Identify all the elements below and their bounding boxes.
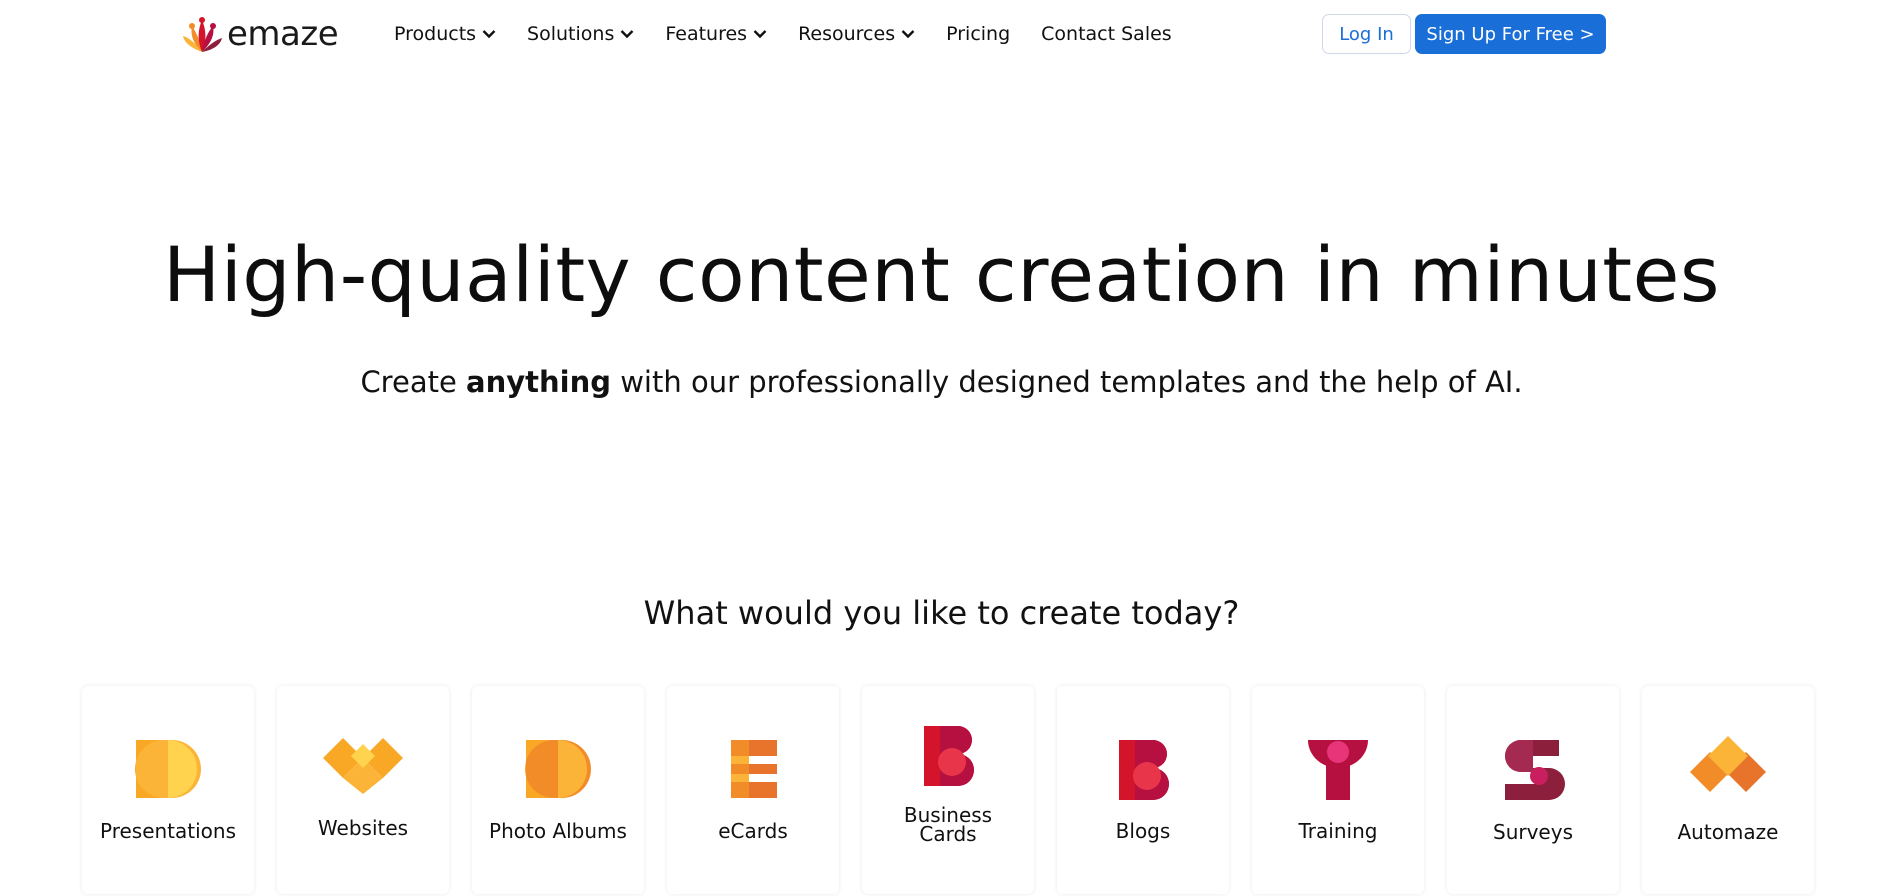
websites-icon — [323, 738, 403, 794]
hero-title: High-quality content creation in minutes — [163, 230, 1720, 319]
automaze-icon — [1690, 736, 1766, 792]
sign-up-button[interactable]: Sign Up For Free > — [1415, 14, 1606, 54]
create-options: Presentations Websites Photo Albums eCar… — [82, 686, 1814, 896]
nav-resources[interactable]: Resources — [798, 22, 915, 46]
nav-features-label: Features — [665, 23, 748, 45]
surveys-icon — [1505, 740, 1565, 800]
card-training[interactable]: Training — [1252, 686, 1424, 894]
card-blogs[interactable]: Blogs — [1057, 686, 1229, 894]
card-photo-albums-label: Photo Albums — [489, 819, 627, 843]
main-menu: Products Solutions Features Resources Pr… — [394, 22, 1203, 46]
hero-subtitle-end: with our professionally designed templat… — [611, 365, 1523, 399]
chevron-down-icon — [901, 29, 915, 39]
brand-name: emaze — [227, 14, 339, 54]
hero-subtitle-emphasis: anything — [466, 365, 611, 399]
training-icon — [1308, 740, 1368, 800]
business-cards-icon — [924, 726, 974, 786]
card-business-cards-label: Business Cards — [903, 803, 993, 846]
card-ecards[interactable]: eCards — [667, 686, 839, 894]
nav-pricing[interactable]: Pricing — [946, 22, 1010, 46]
emaze-logo[interactable]: emaze — [180, 14, 339, 54]
nav-features[interactable]: Features — [665, 22, 767, 46]
card-photo-albums[interactable]: Photo Albums — [472, 686, 644, 894]
card-training-label: Training — [1298, 819, 1378, 843]
chevron-down-icon — [482, 29, 496, 39]
create-heading: What would you like to create today? — [643, 594, 1240, 632]
chevron-down-icon — [620, 29, 634, 39]
nav-contact-sales[interactable]: Contact Sales — [1041, 22, 1172, 46]
hero-subtitle: Create anything with our professionally … — [0, 362, 1883, 402]
card-presentations[interactable]: Presentations — [82, 686, 254, 894]
log-in-button[interactable]: Log In — [1322, 14, 1411, 54]
nav-products[interactable]: Products — [394, 22, 496, 46]
ecards-icon — [731, 740, 777, 798]
card-automaze-label: Automaze — [1677, 820, 1779, 844]
card-presentations-label: Presentations — [99, 819, 237, 843]
photo-albums-icon — [525, 740, 591, 798]
nav-pricing-label: Pricing — [946, 23, 1011, 45]
nav-contact-sales-label: Contact Sales — [1041, 23, 1172, 45]
presentations-icon — [135, 740, 201, 798]
nav-solutions[interactable]: Solutions — [527, 22, 634, 46]
card-ecards-label: eCards — [718, 819, 788, 843]
card-surveys-label: Surveys — [1493, 820, 1573, 844]
nav-solutions-label: Solutions — [527, 23, 615, 45]
card-websites-label: Websites — [317, 816, 409, 840]
nav-resources-label: Resources — [798, 23, 896, 45]
chevron-down-icon — [753, 29, 767, 39]
top-navigation: emaze Products Solutions Features Resour… — [0, 0, 1883, 70]
hero-subtitle-start: Create — [360, 365, 467, 399]
emaze-logo-icon — [183, 17, 222, 52]
card-blogs-label: Blogs — [1115, 819, 1171, 843]
card-websites[interactable]: Websites — [277, 686, 449, 894]
blogs-icon — [1119, 740, 1169, 800]
card-surveys[interactable]: Surveys — [1447, 686, 1619, 894]
card-automaze[interactable]: Automaze — [1642, 686, 1814, 894]
nav-products-label: Products — [394, 23, 477, 45]
card-business-cards[interactable]: Business Cards — [862, 686, 1034, 894]
